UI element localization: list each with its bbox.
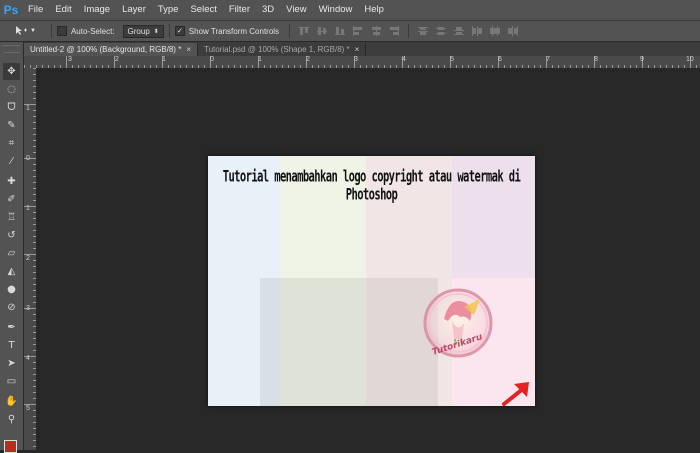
ruler-ticks (24, 56, 697, 68)
auto-select-target-value: Group (127, 26, 150, 36)
menu-filter[interactable]: Filter (223, 0, 256, 20)
ruler-label: 1 (26, 105, 30, 112)
tab-title: Untitled-2 @ 100% (Background, RGB/8) * (30, 45, 182, 54)
clone-stamp-tool-icon[interactable]: ♖ (3, 209, 20, 226)
paint-bucket-tool-icon[interactable]: ◭ (3, 263, 20, 280)
align-top-edges-icon[interactable] (298, 26, 310, 36)
foreground-color-swatch[interactable] (4, 440, 17, 453)
menu-help[interactable]: Help (358, 0, 390, 20)
document-canvas[interactable]: Tutorial menambahkan logo copyright atau… (208, 156, 535, 406)
distribute-top-edges-icon[interactable] (417, 26, 429, 36)
auto-select-checkbox[interactable] (56, 26, 67, 36)
menu-image[interactable]: Image (78, 0, 116, 20)
ruler-label: 0 (26, 155, 30, 162)
ruler-label: 0 (210, 56, 214, 63)
menu-layer[interactable]: Layer (116, 0, 152, 20)
distribute-vertical-centers-icon[interactable] (435, 26, 447, 36)
ruler-label: 9 (640, 56, 644, 63)
red-arrow-icon (502, 382, 529, 406)
menu-view[interactable]: View (280, 0, 312, 20)
menu-file[interactable]: File (22, 0, 49, 20)
ruler-label: 4 (26, 355, 30, 362)
align-vertical-centers-icon[interactable] (316, 26, 328, 36)
options-separator (50, 24, 52, 38)
eraser-tool-icon[interactable]: ▱ (3, 245, 20, 262)
options-separator (168, 24, 170, 38)
ruler-label: 1 (162, 56, 166, 63)
ruler-label: 2 (306, 56, 310, 63)
photoshop-logo[interactable]: Ps (0, 0, 22, 20)
move-tool-icon[interactable]: ✥ (3, 63, 20, 80)
align-horizontal-centers-icon[interactable] (370, 26, 382, 36)
show-transform-label: Show Transform Controls (188, 26, 280, 36)
vertical-ruler[interactable]: 1 0 1 2 3 4 5 (24, 68, 37, 450)
auto-select-target-dropdown[interactable]: Group ⬍ (122, 24, 164, 38)
ruler-label: 1 (258, 56, 262, 63)
auto-select-label: Auto-Select: (70, 26, 115, 36)
ruler-label: 7 (546, 56, 550, 63)
canvas-title-text: Tutorial menambahkan logo copyright atau… (222, 168, 521, 204)
crop-tool-icon[interactable]: ⌗ (3, 135, 20, 152)
tab-tutorial-psd[interactable]: Tutorial.psd @ 100% (Shape 1, RGB/8) * × (198, 43, 367, 56)
menu-select[interactable]: Select (184, 0, 222, 20)
ruler-label: 3 (26, 305, 30, 312)
toolbar-grip[interactable] (3, 45, 20, 53)
ruler-label: 3 (68, 56, 72, 63)
type-tool-icon[interactable]: T (3, 337, 20, 354)
horizontal-ruler[interactable]: 3 2 1 0 1 2 3 4 5 6 7 8 9 10 (24, 56, 700, 69)
marquee-tool-icon[interactable]: ◌ (3, 81, 20, 98)
healing-brush-tool-icon[interactable]: ✚ (3, 173, 20, 190)
eyedropper-tool-icon[interactable]: ⁄ (3, 153, 20, 170)
pen-tool-icon[interactable]: ✒ (3, 319, 20, 336)
ruler-label: 1 (26, 205, 30, 212)
hand-tool-icon[interactable]: ✋ (3, 393, 20, 410)
show-transform-checkbox[interactable]: ✓ (174, 26, 185, 36)
watermark-logo: Tutorikaru (423, 288, 493, 358)
ruler-label: 4 (402, 56, 406, 63)
rectangle-tool-icon[interactable]: ▭ (3, 373, 20, 390)
menu-window[interactable]: Window (313, 0, 359, 20)
ruler-label: 6 (498, 56, 502, 63)
path-selection-tool-icon[interactable]: ➤ (3, 355, 20, 372)
align-right-edges-icon[interactable] (388, 26, 400, 36)
ruler-label: 5 (450, 56, 454, 63)
ruler-label: 3 (354, 56, 358, 63)
distribute-bottom-edges-icon[interactable] (453, 26, 465, 36)
ruler-label: 2 (115, 56, 119, 63)
menu-3d[interactable]: 3D (256, 0, 280, 20)
tab-untitled-2[interactable]: Untitled-2 @ 100% (Background, RGB/8) * … (24, 43, 198, 56)
quick-selection-tool-icon[interactable]: ✎ (3, 117, 20, 134)
ruler-label: 2 (26, 255, 30, 262)
options-bar: ▼ Auto-Select: Group ⬍ ✓ Show Transform … (0, 21, 700, 42)
distribute-right-edges-icon[interactable] (507, 26, 519, 36)
menu-type[interactable]: Type (152, 0, 185, 20)
chevron-down-icon: ▼ (30, 28, 36, 34)
align-bottom-edges-icon[interactable] (334, 26, 346, 36)
distribute-left-edges-icon[interactable] (471, 26, 483, 36)
ruler-label: 10 (686, 56, 694, 63)
dodge-tool-icon[interactable]: ⊘ (3, 299, 20, 316)
move-tool-icon (16, 26, 27, 35)
lasso-tool-icon[interactable]: ᗜ (3, 99, 20, 116)
brush-tool-icon[interactable]: ✐ (3, 191, 20, 208)
ruler-label: 8 (594, 56, 598, 63)
menu-edit[interactable]: Edit (49, 0, 77, 20)
close-icon[interactable]: × (186, 45, 191, 54)
close-icon[interactable]: × (355, 45, 360, 54)
document-tabs: Untitled-2 @ 100% (Background, RGB/8) * … (24, 42, 700, 56)
chevron-updown-icon: ⬍ (153, 28, 159, 35)
tab-title: Tutorial.psd @ 100% (Shape 1, RGB/8) * (203, 45, 350, 54)
blur-tool-icon[interactable]: ● (3, 281, 20, 298)
tool-preset-picker[interactable]: ▼ (14, 25, 36, 37)
options-separator (289, 24, 291, 38)
zoom-tool-icon[interactable]: ⚲ (3, 411, 20, 428)
align-left-edges-icon[interactable] (352, 26, 364, 36)
history-brush-tool-icon[interactable]: ↺ (3, 227, 20, 244)
ruler-label: 5 (26, 405, 30, 412)
distribute-horizontal-centers-icon[interactable] (489, 26, 501, 36)
options-separator (408, 24, 410, 38)
overlay-rectangle (260, 278, 438, 406)
menu-bar: Ps File Edit Image Layer Type Select Fil… (0, 0, 700, 21)
